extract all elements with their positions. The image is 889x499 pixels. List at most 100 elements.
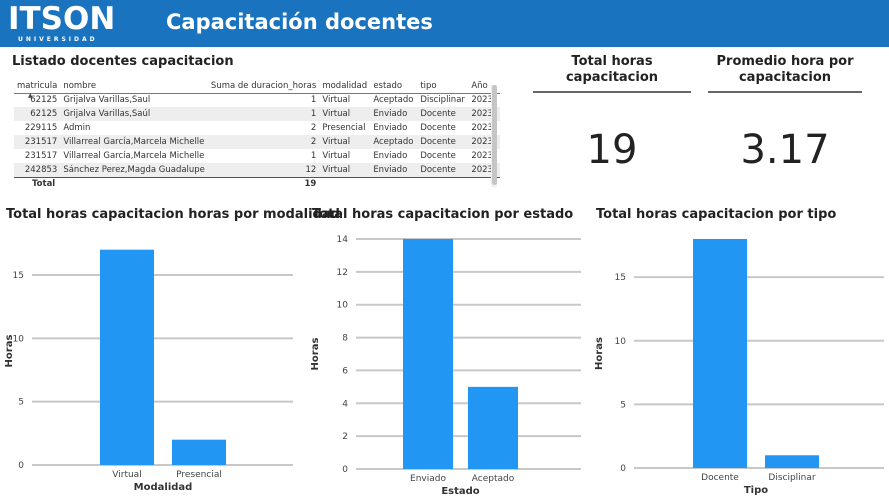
column-header-tipo[interactable]: tipo — [417, 79, 468, 93]
table-cell: 1 — [207, 107, 320, 121]
column-header-duracion[interactable]: Suma de duracion_horas — [208, 79, 319, 93]
total-spacer — [319, 176, 371, 191]
table-cell: 1 — [310, 151, 317, 161]
column-header-estado[interactable]: estado — [370, 79, 417, 93]
logo-text: ITSON — [8, 1, 116, 37]
table-scrollbar[interactable] — [491, 85, 497, 187]
y-tick-label: 15 — [615, 273, 626, 283]
bar-enviado — [403, 239, 453, 469]
sort-ascending-icon: ▲ — [28, 92, 33, 99]
table-cell: Virtual — [322, 95, 351, 106]
x-tick-label: Aceptado — [472, 474, 515, 484]
y-axis-title: Horas — [594, 337, 605, 370]
table-cell: Aceptado — [370, 135, 418, 149]
table-cell: Enviado — [370, 163, 418, 177]
table-cell: 229115 — [24, 123, 58, 133]
table-cell: 62125 — [30, 95, 58, 106]
y-axis-title: Horas — [4, 335, 15, 368]
logo-subtext: UNIVERSIDAD — [18, 36, 98, 43]
table-total-row: Total 19 — [14, 176, 501, 191]
page-title: Capacitación docentes — [166, 10, 433, 34]
x-tick-label: Presencial — [176, 470, 222, 480]
bar-docente — [693, 239, 747, 468]
table-cell: Aceptado — [373, 95, 414, 106]
table-cell: 2 — [310, 123, 317, 133]
scrollbar-thumb[interactable] — [492, 85, 497, 185]
total-label: Total — [14, 176, 61, 191]
column-header-nombre[interactable]: nombre — [60, 79, 208, 93]
y-tick-label: 8 — [342, 334, 348, 344]
chart-canvas: 0 5 10 15 Docente DisciplinarTipo Horas — [594, 239, 884, 496]
table-cell: 242853 — [14, 163, 61, 177]
table-cell: 231517 — [24, 151, 58, 161]
table-cell: Virtual — [319, 135, 371, 149]
chart-canvas: 0 2 4 6 8 10 12 14 Enviado Aceptado Estado Horas — [310, 235, 581, 497]
chart-hours-by-status: Total horas capacitacion por estado 0 2 4 6… — [306, 205, 588, 499]
table-cell: 62125 — [14, 107, 61, 121]
table-row[interactable]: 62125 Grijalva Varillas,Saul 1 Virtual Acept… — [14, 93, 500, 107]
chart-hours-by-modality: Total horas capacitacion horas por modal… — [0, 205, 340, 499]
table-cell: Villarreal García,Marcela Michelle — [63, 151, 205, 161]
table-cell: Villarreal García,Marcela Michelle — [60, 135, 208, 149]
kpi-divider — [708, 91, 862, 93]
table-cell: Enviado — [370, 107, 418, 121]
kpi-total-value: 19 — [586, 127, 638, 173]
y-tick-label: 5 — [18, 398, 24, 408]
y-tick-label: 15 — [13, 271, 24, 281]
table-row[interactable]: 231517 Villarreal García,Marcela Michelle… — [14, 149, 500, 163]
table-cell: 1 — [310, 95, 317, 106]
kpi-total-hours: Total horas capacitacion 19 — [533, 54, 691, 173]
table-cell: Virtual — [322, 151, 351, 161]
bar-presencial — [172, 439, 226, 465]
header-bar: ITSON UNIVERSIDAD Capacitación docentes — [0, 0, 889, 47]
table-title: Listado docentes capacitacion — [12, 54, 234, 69]
y-tick-label: 2 — [342, 432, 348, 442]
table-cell: Enviado — [373, 123, 408, 133]
x-tick-label: Virtual — [112, 470, 141, 480]
bar-aceptado — [468, 386, 518, 469]
table-cell: Enviado — [373, 151, 408, 161]
table-cell: Docente — [420, 151, 456, 161]
y-tick-label: 12 — [337, 268, 348, 278]
teachers-table: matricula nombre Suma de duracion_horas … — [14, 79, 501, 191]
x-tick-label: Enviado — [410, 474, 446, 484]
y-tick-label: 0 — [342, 465, 348, 475]
table-row[interactable]: 62125 Grijalva Varillas,Saúl 1 Virtual Envia… — [14, 107, 501, 121]
x-axis-title: Modalidad — [134, 482, 193, 493]
table-cell: Virtual — [319, 107, 371, 121]
total-spacer — [370, 176, 418, 191]
total-spacer — [417, 176, 469, 191]
column-header-modalidad[interactable]: modalidad — [319, 79, 370, 93]
x-tick-label: Docente — [701, 473, 739, 483]
table-cell: Virtual — [319, 163, 371, 177]
total-spacer — [60, 176, 208, 191]
y-tick-label: 0 — [18, 461, 24, 471]
y-tick-label: 10 — [337, 301, 349, 311]
teachers-table-panel: Listado docentes capacitacion matricula … — [12, 52, 502, 192]
table-cell: Admin — [63, 123, 91, 133]
table-cell: Presencial — [322, 123, 366, 133]
kpi-divider — [533, 91, 691, 93]
chart-title: Total horas capacitacion por estado — [312, 207, 574, 222]
table-cell: Docente — [420, 123, 456, 133]
table-cell: Grijalva Varillas,Saul — [63, 95, 151, 106]
table-row[interactable]: 231517 Villarreal García,Marcela Michelle… — [14, 135, 501, 149]
chart-hours-by-type: Total horas capacitacion por tipo 0 5 10 15… — [590, 205, 889, 499]
kpi-average-hours: Promedio hora por capacitacion 3.17 — [708, 54, 862, 173]
table-cell: 231517 — [14, 135, 61, 149]
kpi-average-label: Promedio hora por capacitacion — [716, 54, 854, 85]
table-cell: Sánchez Perez,Magda Guadalupe — [60, 163, 208, 177]
table-cell: Docente — [417, 163, 469, 177]
table-row[interactable]: 242853 Sánchez Perez,Magda Guadalupe 12 Vir… — [14, 163, 501, 177]
column-header-matricula[interactable]: matricula — [14, 79, 60, 93]
table-cell: 12 — [207, 163, 320, 177]
x-axis-title: Tipo — [744, 485, 768, 496]
y-tick-label: 4 — [342, 399, 348, 409]
table-cell: 2 — [207, 135, 320, 149]
table-cell: Disciplinar — [420, 95, 465, 106]
table-cell: Docente — [417, 107, 469, 121]
chart-title: Total horas capacitacion horas por modal… — [6, 207, 340, 222]
table-row[interactable]: 229115 Admin 2 Presencial Enviado Docente 2023 — [14, 121, 500, 135]
y-tick-label: 0 — [620, 464, 626, 474]
chart-canvas: 051015Virtual PresencialModalidadHoras — [4, 249, 293, 493]
